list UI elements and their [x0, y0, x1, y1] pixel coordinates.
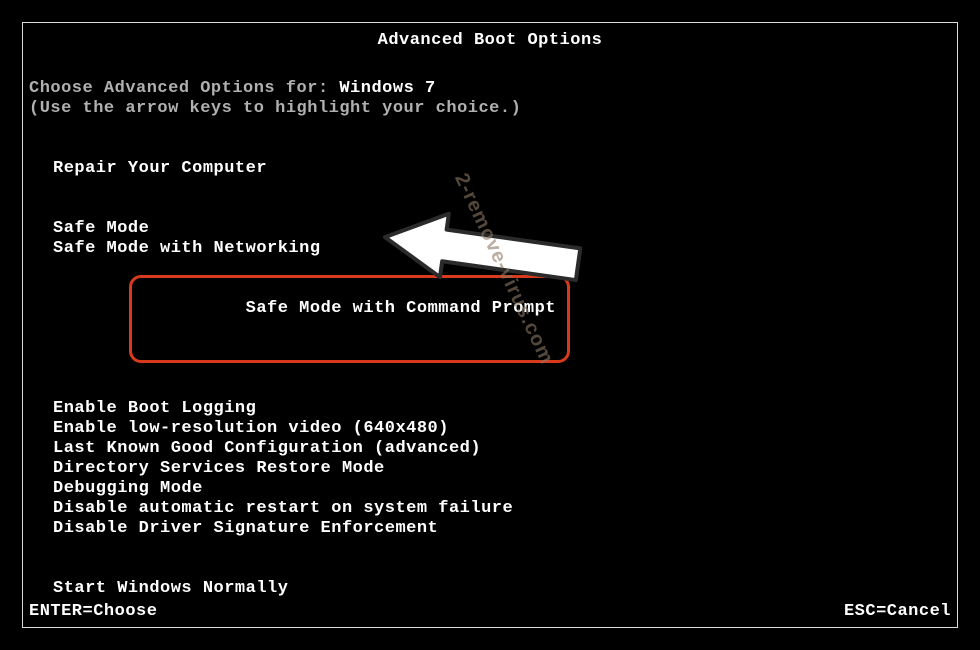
screen-content: Choose Advanced Options for: Windows 7 (…: [29, 79, 951, 650]
boot-screen-frame: Advanced Boot Options Choose Advanced Op…: [22, 22, 958, 628]
menu-safe-mode-command-prompt[interactable]: Safe Mode with Command Prompt: [53, 259, 951, 379]
menu-repair-your-computer[interactable]: Repair Your Computer: [53, 159, 951, 179]
highlight-ring: [129, 275, 570, 363]
menu-low-res-video[interactable]: Enable low-resolution video (640x480): [53, 419, 951, 439]
choose-prefix: Choose Advanced Options for:: [29, 79, 339, 98]
footer-bar: ENTER=Choose ESC=Cancel: [29, 602, 951, 621]
menu-safe-mode-command-prompt-label: Safe Mode with Command Prompt: [246, 299, 556, 318]
instruction-line: (Use the arrow keys to highlight your ch…: [29, 99, 951, 119]
screen-title: Advanced Boot Options: [23, 31, 957, 50]
menu-enable-boot-logging[interactable]: Enable Boot Logging: [53, 399, 951, 419]
menu-directory-services-restore[interactable]: Directory Services Restore Mode: [53, 459, 951, 479]
menu-safe-mode-networking[interactable]: Safe Mode with Networking: [53, 239, 951, 259]
menu-safe-mode[interactable]: Safe Mode: [53, 219, 951, 239]
menu-debugging-mode[interactable]: Debugging Mode: [53, 479, 951, 499]
choose-line: Choose Advanced Options for: Windows 7: [29, 79, 951, 99]
os-name: Windows 7: [339, 79, 435, 98]
menu-start-windows-normally[interactable]: Start Windows Normally: [53, 579, 951, 599]
menu-last-known-good-config[interactable]: Last Known Good Configuration (advanced): [53, 439, 951, 459]
menu-disable-auto-restart[interactable]: Disable automatic restart on system fail…: [53, 499, 951, 519]
footer-esc: ESC=Cancel: [844, 602, 951, 621]
menu-disable-driver-sig[interactable]: Disable Driver Signature Enforcement: [53, 519, 951, 539]
footer-enter: ENTER=Choose: [29, 602, 157, 621]
